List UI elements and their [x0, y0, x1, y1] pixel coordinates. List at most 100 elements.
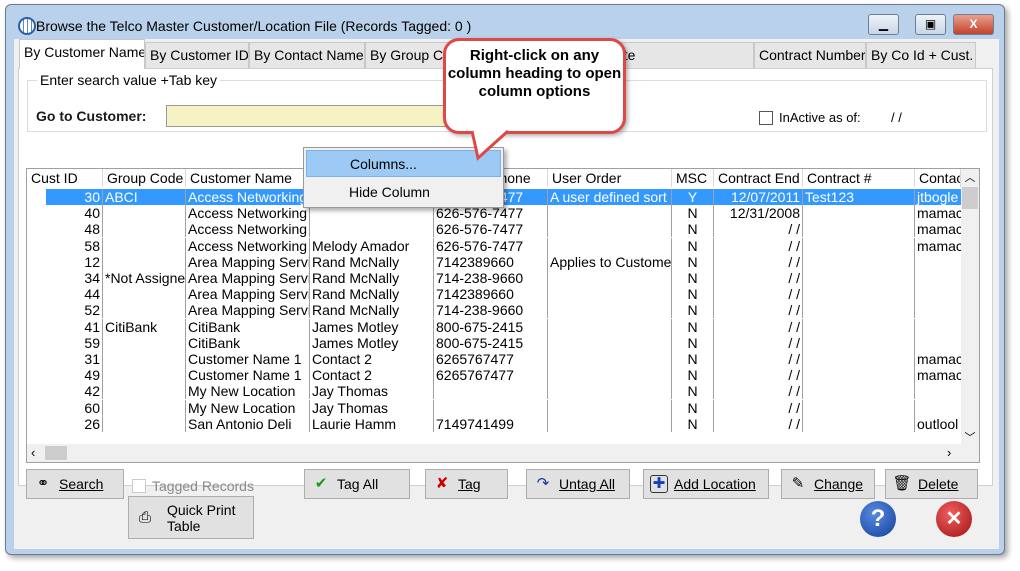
grid-cell[interactable]	[548, 205, 672, 222]
grid-cell[interactable]	[103, 367, 186, 384]
vertical-scrollbar[interactable]: ︿ ﹀	[961, 169, 979, 445]
column-header[interactable]: Cust ID	[27, 169, 103, 187]
grid-cell[interactable]: 714-238-9660	[434, 302, 548, 319]
grid-cell[interactable]: Applies to Customer	[548, 253, 672, 270]
grid-cell[interactable]	[803, 367, 915, 384]
grid-cell[interactable]: Area Mapping Servic	[186, 302, 310, 319]
close-button[interactable]: X	[953, 14, 994, 35]
tab-by-contact-name[interactable]: By Contact Name	[249, 42, 365, 68]
grid-cell[interactable]	[548, 237, 672, 254]
grid-cell[interactable]	[548, 399, 672, 416]
grid-cell[interactable]: / /	[714, 270, 803, 286]
grid-cell[interactable]: N	[672, 270, 714, 286]
grid-cell[interactable]: / /	[714, 415, 803, 432]
grid-cell[interactable]: / /	[714, 383, 803, 400]
inactive-date[interactable]: / /	[891, 110, 902, 125]
grid-cell[interactable]: 48	[27, 221, 103, 238]
grid-cell[interactable]: N	[672, 253, 714, 270]
grid-cell[interactable]: 7149741499	[434, 415, 548, 432]
grid-cell[interactable]	[548, 415, 672, 432]
scroll-right-icon[interactable]: ›	[947, 445, 951, 460]
grid-cell[interactable]: CitiBank	[186, 334, 310, 351]
grid-cell[interactable]: mamac	[915, 367, 961, 383]
grid-cell[interactable]: James Motley	[310, 318, 434, 335]
grid-cell[interactable]	[434, 383, 548, 400]
grid-cell[interactable]	[803, 351, 915, 367]
quick-print-table-button[interactable]: ⎙ Quick Print Table	[128, 496, 254, 539]
grid-cell[interactable]	[103, 383, 186, 400]
grid-cell[interactable]: mamac	[915, 205, 961, 221]
grid-cell[interactable]: N	[672, 286, 714, 303]
grid-cell[interactable]	[915, 383, 961, 399]
minimize-button[interactable]: ▁	[868, 14, 899, 35]
grid-cell[interactable]: N	[672, 351, 714, 367]
untag-all-button[interactable]: ↷ Untag All	[526, 469, 630, 499]
grid-cell[interactable]	[803, 205, 915, 222]
grid-cell[interactable]	[103, 286, 186, 303]
grid-cell[interactable]	[803, 399, 915, 416]
grid-cell[interactable]: Laurie Hamm	[310, 415, 434, 432]
grid-cell[interactable]: 59	[27, 334, 103, 351]
grid-cell[interactable]: 7142389660	[434, 253, 548, 270]
grid-cell[interactable]: 714-238-9660	[434, 270, 548, 286]
grid-cell[interactable]: 7142389660	[434, 286, 548, 303]
grid-cell[interactable]: Access Networking	[186, 237, 310, 254]
grid-cell[interactable]	[103, 334, 186, 351]
grid-cell[interactable]: 12/31/2008	[714, 205, 803, 222]
grid-cell[interactable]: 6265767477	[434, 367, 548, 384]
grid-cell[interactable]	[803, 270, 915, 286]
grid-cell[interactable]: outlool	[915, 416, 961, 432]
grid-cell[interactable]: 58	[27, 237, 103, 254]
grid-cell[interactable]: ABCI	[103, 189, 186, 205]
grid-cell[interactable]	[103, 205, 186, 222]
grid-cell[interactable]	[548, 286, 672, 303]
grid-cell[interactable]: 60	[27, 399, 103, 416]
grid-cell[interactable]	[915, 270, 961, 286]
column-header[interactable]: MSC	[672, 169, 714, 187]
grid-cell[interactable]: 41	[27, 318, 103, 335]
grid-cell[interactable]	[310, 221, 434, 238]
grid-cell[interactable]	[915, 400, 961, 416]
grid-cell[interactable]: Customer Name 1	[186, 351, 310, 367]
grid-cell[interactable]: N	[672, 415, 714, 432]
grid-cell[interactable]	[103, 399, 186, 416]
grid-cell[interactable]: 44	[27, 286, 103, 303]
grid-cell[interactable]: / /	[714, 302, 803, 319]
scroll-left-icon[interactable]: ‹	[31, 445, 35, 460]
grid-cell[interactable]	[803, 253, 915, 270]
grid-cell[interactable]: N	[672, 302, 714, 319]
grid-cell[interactable]: Contact 2	[310, 351, 434, 367]
tab-by-co-id-cust[interactable]: By Co Id + Cust.	[866, 42, 976, 68]
grid-cell[interactable]	[103, 415, 186, 432]
scroll-thumb[interactable]	[962, 187, 978, 209]
column-header[interactable]: Contact	[915, 169, 961, 187]
grid-cell[interactable]	[103, 302, 186, 319]
grid-cell[interactable]: Access Networking	[186, 221, 310, 238]
grid-cell[interactable]: / /	[714, 318, 803, 335]
grid-cell[interactable]: N	[672, 205, 714, 222]
grid-cell[interactable]	[803, 334, 915, 351]
inactive-checkbox[interactable]	[759, 111, 773, 125]
grid-cell[interactable]: N	[672, 383, 714, 400]
grid-cell[interactable]: Jay Thomas	[310, 399, 434, 416]
grid-cell[interactable]	[803, 237, 915, 254]
grid-cell[interactable]	[548, 302, 672, 319]
scroll-down-icon[interactable]: ﹀	[961, 429, 979, 445]
grid-cell[interactable]: / /	[714, 286, 803, 303]
grid-cell[interactable]	[548, 221, 672, 238]
grid-cell[interactable]: 12/07/2011	[714, 189, 803, 205]
search-button[interactable]: ⚭ Search	[26, 469, 124, 499]
help-button[interactable]: ?	[860, 501, 896, 537]
grid-cell[interactable]: Access Networking	[186, 205, 310, 222]
grid-cell[interactable]	[803, 302, 915, 319]
grid-cell[interactable]	[103, 351, 186, 367]
grid-cell[interactable]: Area Mapping Servic	[186, 270, 310, 286]
grid-cell[interactable]: Y	[672, 189, 714, 205]
grid-cell[interactable]: / /	[714, 334, 803, 351]
grid-cell[interactable]: / /	[714, 221, 803, 238]
grid-cell[interactable]: Rand McNally	[310, 270, 434, 286]
grid-cell[interactable]: 30	[27, 189, 103, 205]
grid-cell[interactable]: 6265767477	[434, 351, 548, 367]
menu-item-hide-column[interactable]: Hide Column	[306, 179, 501, 206]
grid-cell[interactable]: 42	[27, 383, 103, 400]
